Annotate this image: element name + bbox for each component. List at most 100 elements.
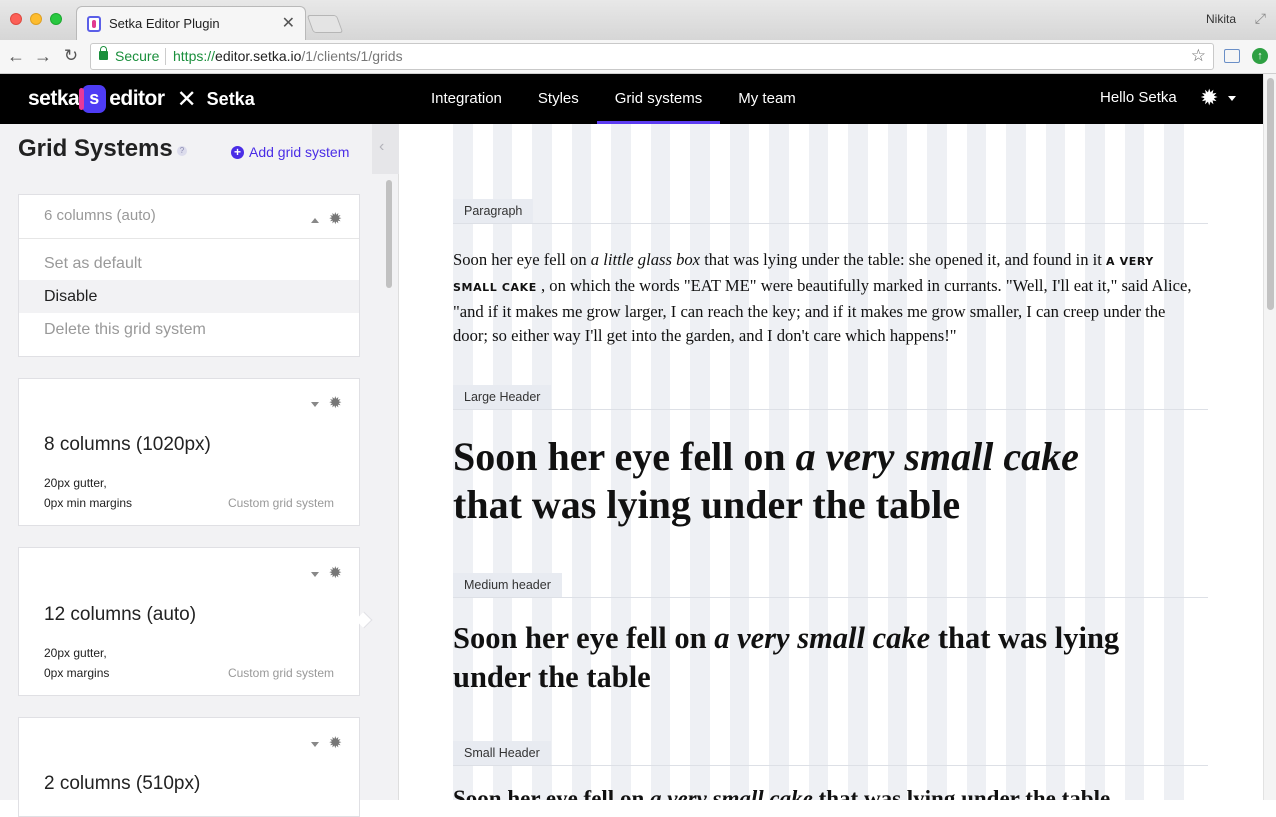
card-title: 2 columns (510px) [44, 773, 201, 794]
reload-icon[interactable]: ↻ [60, 46, 82, 66]
grid-systems-sidebar: Grid Systems ? + Add grid system ‹ 6 col… [0, 124, 399, 817]
brand-client-name: Setka [206, 88, 255, 109]
section-divider [453, 223, 1208, 224]
card-title: 12 columns (auto) [44, 604, 197, 625]
section-label: Small Header [453, 741, 551, 766]
url-separator [165, 48, 166, 65]
brand-s-mark: s [79, 85, 107, 113]
menu-delete[interactable]: Delete this grid system [19, 313, 359, 346]
new-tab-button[interactable] [306, 15, 344, 33]
gear-icon[interactable]: ✹ [329, 566, 342, 582]
window-close-button[interactable] [10, 13, 22, 25]
sidebar-collapse-button[interactable]: ‹ [372, 124, 399, 174]
url-scheme: https:// [173, 48, 216, 64]
chevron-down-icon[interactable] [310, 741, 319, 747]
url-host: editor.setka.io [215, 48, 302, 64]
page-scrollbar-thumb[interactable] [1267, 78, 1274, 310]
card-menu: Set as default Disable Delete this grid … [19, 238, 359, 346]
grid-preview: Paragraph Soon her eye fell on a little … [400, 124, 1263, 800]
app-header: setka s editor ✕ Setka Integration Style… [0, 74, 1276, 124]
card-controls: ✹ [310, 566, 342, 582]
bookmark-star-icon[interactable]: ☆ [1191, 46, 1206, 66]
add-grid-system-button[interactable]: + Add grid system [231, 144, 349, 160]
card-margins: 0px margins [44, 666, 110, 680]
section-divider [453, 597, 1208, 598]
gear-icon[interactable]: ✹ [329, 212, 342, 228]
browser-titlebar: Setka Editor Plugin ✕ Nikita ⤢ [0, 0, 1276, 40]
update-icon[interactable]: ↑ [1252, 48, 1268, 64]
menu-disable[interactable]: Disable [19, 280, 359, 313]
chevron-down-icon[interactable] [1228, 96, 1236, 101]
grid-system-card[interactable]: ✹ 2 columns (510px) [18, 717, 360, 817]
large-header-sample: Large Header Soon her eye fell on a very… [453, 385, 1208, 529]
nav-styles[interactable]: Styles [520, 74, 597, 124]
brand-setka-text: setka [28, 87, 80, 110]
brand-editor-text: editor [109, 87, 165, 110]
paragraph-sample: Paragraph Soon her eye fell on a little … [453, 199, 1208, 348]
paragraph-text: Soon her eye fell on a little glass box … [453, 250, 1192, 345]
section-divider [453, 765, 1208, 766]
chevron-left-icon: ‹ [379, 138, 385, 155]
back-arrow-icon[interactable]: ← [5, 46, 27, 67]
fullscreen-icon[interactable]: ⤢ [1255, 10, 1266, 27]
secure-label: Secure [115, 48, 160, 64]
card-gutter: 20px gutter, [44, 646, 107, 660]
sidebar-scrollbar[interactable] [386, 180, 392, 288]
extension-icon[interactable] [1224, 49, 1240, 63]
add-grid-system-label: Add grid system [249, 144, 350, 160]
card-type: Custom grid system [227, 666, 334, 680]
chevron-up-icon[interactable] [310, 217, 319, 223]
window-minimize-button[interactable] [30, 13, 42, 25]
small-header-sample: Small Header Soon her eye fell on a very… [453, 741, 1208, 800]
large-header-text: Soon her eye fell on a very small cake t… [453, 434, 1079, 527]
card-title: 6 columns (auto) [44, 207, 156, 224]
section-label: Paragraph [453, 199, 534, 224]
address-bar[interactable]: Secure https://editor.setka.io/1/clients… [90, 43, 1214, 70]
help-icon[interactable]: ? [177, 146, 187, 156]
grid-system-card[interactable]: 6 columns (auto) ✹ Set as default Disabl… [18, 194, 360, 357]
chevron-down-icon[interactable] [310, 571, 319, 577]
page-title: Grid Systems [18, 135, 173, 162]
tab-title: Setka Editor Plugin [109, 16, 220, 31]
card-controls: ✹ [310, 212, 342, 228]
window-zoom-button[interactable] [50, 13, 62, 25]
browser-toolbar: ← → ↻ Secure https://editor.setka.io/1/c… [0, 40, 1276, 74]
forward-arrow-icon[interactable]: → [32, 46, 54, 67]
section-label: Medium header [453, 573, 562, 598]
url-text[interactable]: https://editor.setka.io/1/clients/1/grid… [173, 48, 403, 64]
user-greeting: Hello Setka [1100, 89, 1177, 106]
card-controls: ✹ [310, 736, 342, 752]
tab-close-icon[interactable]: ✕ [282, 13, 295, 33]
card-meta: 20px gutter, 0px margins [44, 643, 109, 683]
main-nav: Integration Styles Grid systems My team [413, 74, 814, 124]
card-controls: ✹ [310, 396, 342, 412]
card-gutter: 20px gutter, [44, 476, 107, 490]
nav-grid-systems[interactable]: Grid systems [596, 74, 721, 124]
browser-profile[interactable]: Nikita [1206, 12, 1236, 26]
section-divider [453, 409, 1208, 410]
nav-integration[interactable]: Integration [413, 74, 520, 124]
card-title: 8 columns (1020px) [44, 434, 211, 455]
setka-favicon-icon [87, 16, 101, 32]
card-type: Custom grid system [227, 496, 334, 510]
gear-icon[interactable]: ✹ [329, 736, 342, 752]
nav-my-team[interactable]: My team [720, 74, 814, 124]
lock-icon [99, 46, 108, 60]
chevron-down-icon[interactable] [310, 401, 319, 407]
gear-icon[interactable]: ✹ [329, 396, 342, 412]
medium-header-sample: Medium header Soon her eye fell on a ver… [453, 573, 1208, 697]
brand-logo[interactable]: setka s editor ✕ Setka [28, 85, 255, 113]
card-margins: 0px min margins [44, 496, 133, 510]
section-label: Large Header [453, 385, 552, 410]
plus-circle-icon: + [231, 145, 244, 159]
grid-system-card[interactable]: ✹ 12 columns (auto) 20px gutter, 0px mar… [18, 547, 360, 696]
grid-system-card[interactable]: ✹ 8 columns (1020px) 20px gutter, 0px mi… [18, 378, 360, 526]
page-scrollbar[interactable] [1263, 74, 1276, 800]
medium-header-text: Soon her eye fell on a very small cake t… [453, 621, 1120, 694]
settings-gear-icon[interactable]: ✹ [1200, 86, 1218, 110]
small-header-text: Soon her eye fell on a very small cake t… [453, 786, 1111, 800]
brand-cross-icon: ✕ [176, 85, 197, 113]
card-meta: 20px gutter, 0px min margins [44, 473, 132, 513]
menu-set-default[interactable]: Set as default [19, 247, 359, 280]
browser-tab[interactable]: Setka Editor Plugin ✕ [76, 6, 306, 40]
